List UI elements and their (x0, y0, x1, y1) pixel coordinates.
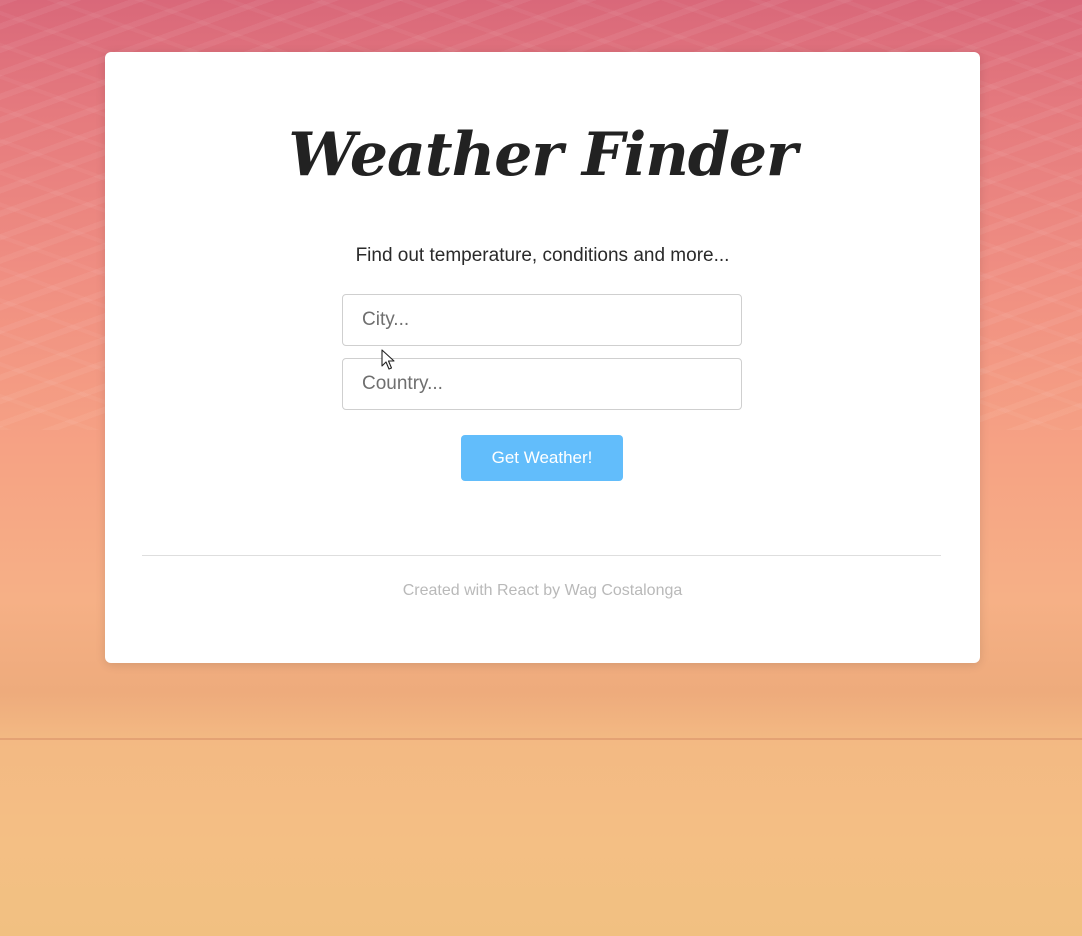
horizon-line (0, 738, 1082, 740)
city-input[interactable] (342, 294, 742, 346)
mouse-pointer-icon (381, 349, 395, 370)
country-input[interactable] (342, 358, 742, 410)
footer-credit: Created with React by Wag Costalonga (402, 582, 683, 599)
app-subtitle: Find out temperature, conditions and mor… (355, 245, 730, 266)
app-title: Weather Finder (288, 120, 797, 190)
get-weather-button[interactable]: Get Weather! (461, 435, 623, 481)
footer-divider (142, 555, 941, 556)
weather-card: Weather Finder Find out temperature, con… (105, 52, 980, 663)
